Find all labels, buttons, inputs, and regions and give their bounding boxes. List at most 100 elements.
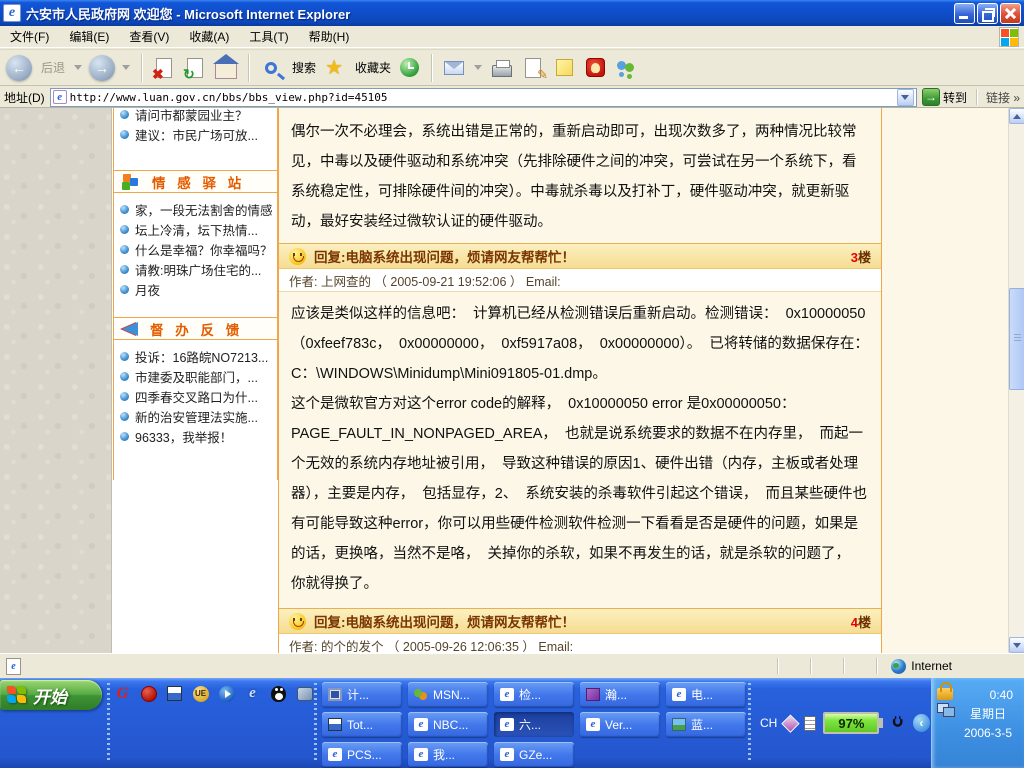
red-badge-icon[interactable]	[140, 685, 157, 702]
task-button-active[interactable]: e六...	[494, 712, 574, 737]
power-plug-icon[interactable]	[890, 715, 905, 731]
task-button[interactable]: MSN...	[408, 682, 488, 707]
search-label[interactable]: 搜索	[292, 59, 316, 76]
sidebar-link-label[interactable]: 家，一段无法割舍的情感	[135, 200, 273, 219]
print-button[interactable]	[489, 55, 515, 81]
battery-indicator[interactable]: 97%	[823, 712, 883, 734]
qq-toolbar-button[interactable]	[582, 55, 608, 81]
scrollbar-thumb[interactable]	[1009, 288, 1024, 390]
sidebar-link[interactable]: 什么是幸福？你幸福吗？	[114, 239, 277, 259]
task-button[interactable]: 计...	[322, 682, 402, 707]
task-button[interactable]: eNBC...	[408, 712, 488, 737]
minimize-button[interactable]	[954, 3, 975, 24]
menu-tools[interactable]: 工具(T)	[249, 28, 288, 45]
ultraedit-icon[interactable]: UE	[192, 685, 209, 702]
taskbar-handle[interactable]	[314, 683, 317, 763]
edit-button[interactable]: ✎	[520, 55, 546, 81]
refresh-button[interactable]: ↻	[182, 55, 208, 81]
computer-icon	[328, 688, 342, 701]
menu-help[interactable]: 帮助(H)	[309, 28, 350, 45]
sidebar-link[interactable]: 新的治安管理法实施...	[114, 406, 277, 426]
sidebar-link[interactable]: 月夜	[114, 279, 277, 299]
back-button[interactable]: ←	[6, 55, 32, 81]
hide-icons-chevron[interactable]: ‹	[913, 714, 930, 732]
language-indicator[interactable]: CH	[760, 716, 777, 730]
task-button[interactable]: eVer...	[580, 712, 660, 737]
ime-icon[interactable]	[782, 714, 800, 732]
toolbar-separator	[141, 54, 142, 82]
windows-flag-icon	[7, 686, 27, 704]
address-dropdown-button[interactable]	[897, 89, 914, 106]
taskbar-handle[interactable]	[107, 683, 110, 763]
sidebar-link[interactable]: 96333，我举报！	[114, 426, 277, 446]
sidebar-link-label[interactable]: 96333，我举报！	[135, 427, 232, 446]
address-separator	[976, 89, 977, 105]
forward-button[interactable]: →	[89, 55, 115, 81]
menu-edit[interactable]: 编辑(E)	[69, 28, 109, 45]
flashget-icon[interactable]: G	[114, 685, 131, 702]
sidebar-link[interactable]: 市建委及职能部门，...	[114, 366, 277, 386]
sidebar-link-label[interactable]: 四季春交叉路口为什...	[135, 387, 258, 406]
task-button[interactable]: e电...	[666, 682, 746, 707]
forward-dropdown-icon[interactable]	[122, 65, 130, 70]
sidebar-link[interactable]: 请问市都蒙园业主？	[114, 108, 277, 124]
back-dropdown-icon[interactable]	[74, 65, 82, 70]
vertical-scrollbar[interactable]	[1008, 108, 1024, 653]
qq-lock-tray-icon[interactable]	[937, 688, 953, 700]
sidebar-link-label[interactable]: 投诉：16路皖NO7213...	[135, 347, 268, 366]
mail-button[interactable]	[441, 55, 467, 81]
task-button[interactable]: eGZe...	[494, 742, 574, 767]
clock-date: 2006-3-5	[957, 724, 1019, 743]
history-button[interactable]	[396, 55, 422, 81]
close-button[interactable]	[1000, 3, 1021, 24]
sidebar-link[interactable]: 投诉：16路皖NO7213...	[114, 346, 277, 366]
menu-file[interactable]: 文件(F)	[10, 28, 49, 45]
favorites-button[interactable]: ★	[321, 55, 347, 81]
sidebar-link[interactable]: 家，一段无法割舍的情感	[114, 199, 277, 219]
ie-icon[interactable]: e	[244, 685, 261, 702]
go-button[interactable]: → 转到	[922, 88, 967, 106]
stop-button[interactable]: ✖	[151, 55, 177, 81]
sidebar-link-label[interactable]: 什么是幸福？你幸福吗？	[135, 240, 273, 259]
sidebar-link-label[interactable]: 请教:明珠广场住宅的...	[135, 260, 261, 279]
task-button[interactable]: e检...	[494, 682, 574, 707]
task-button[interactable]: ePCS...	[322, 742, 402, 767]
sidebar-link-label[interactable]: 请问市都蒙园业主？	[135, 108, 248, 124]
notes-button[interactable]	[551, 55, 577, 81]
scroll-up-button[interactable]	[1009, 108, 1024, 124]
sidebar-link[interactable]: 坛上冷清，坛下热情...	[114, 219, 277, 239]
sidebar-link-label[interactable]: 月夜	[135, 280, 160, 299]
qq-icon[interactable]	[270, 685, 287, 702]
sidebar-link[interactable]: 四季春交叉路口为什...	[114, 386, 277, 406]
sidebar-link-label[interactable]: 坛上冷清，坛下热情...	[135, 220, 258, 239]
links-label[interactable]: 链接	[986, 89, 1020, 106]
menu-favorites[interactable]: 收藏(A)	[189, 28, 229, 45]
task-button[interactable]: e我...	[408, 742, 488, 767]
sidebar-link-label[interactable]: 新的治安管理法实施...	[135, 407, 258, 426]
menu-view[interactable]: 查看(V)	[129, 28, 169, 45]
search-button[interactable]	[258, 55, 284, 81]
messenger-button[interactable]	[613, 55, 639, 81]
start-button[interactable]: 开始	[0, 680, 102, 710]
task-button[interactable]: Tot...	[322, 712, 402, 737]
home-button[interactable]	[213, 55, 239, 81]
media-player-icon[interactable]	[218, 685, 235, 702]
sidebar-link-label[interactable]: 建议：市民广场可放...	[135, 125, 258, 144]
restore-button[interactable]	[977, 3, 998, 24]
notepad-tray-icon[interactable]	[804, 716, 817, 731]
task-button[interactable]: 蓝...	[666, 712, 746, 737]
internet-zone-icon	[891, 659, 906, 674]
network-tray-icon[interactable]	[937, 703, 955, 717]
address-url[interactable]: http://www.luan.gov.cn/bbs/bbs_view.php?…	[70, 91, 897, 104]
sidebar-link[interactable]: 建议：市民广场可放...	[114, 124, 277, 144]
favorites-label[interactable]: 收藏夹	[355, 59, 391, 76]
sidebar-link-label[interactable]: 市建委及职能部门，...	[135, 367, 258, 386]
address-input[interactable]: e http://www.luan.gov.cn/bbs/bbs_view.ph…	[50, 88, 917, 107]
task-button[interactable]: 瀚...	[580, 682, 660, 707]
taskbar-handle[interactable]	[748, 683, 751, 763]
sidebar-link[interactable]: 请教:明珠广场住宅的...	[114, 259, 277, 279]
mail-dropdown-icon[interactable]	[474, 65, 482, 70]
scroll-down-button[interactable]	[1009, 637, 1024, 653]
messenger-icon[interactable]	[296, 685, 313, 702]
disk-icon[interactable]	[166, 685, 183, 702]
